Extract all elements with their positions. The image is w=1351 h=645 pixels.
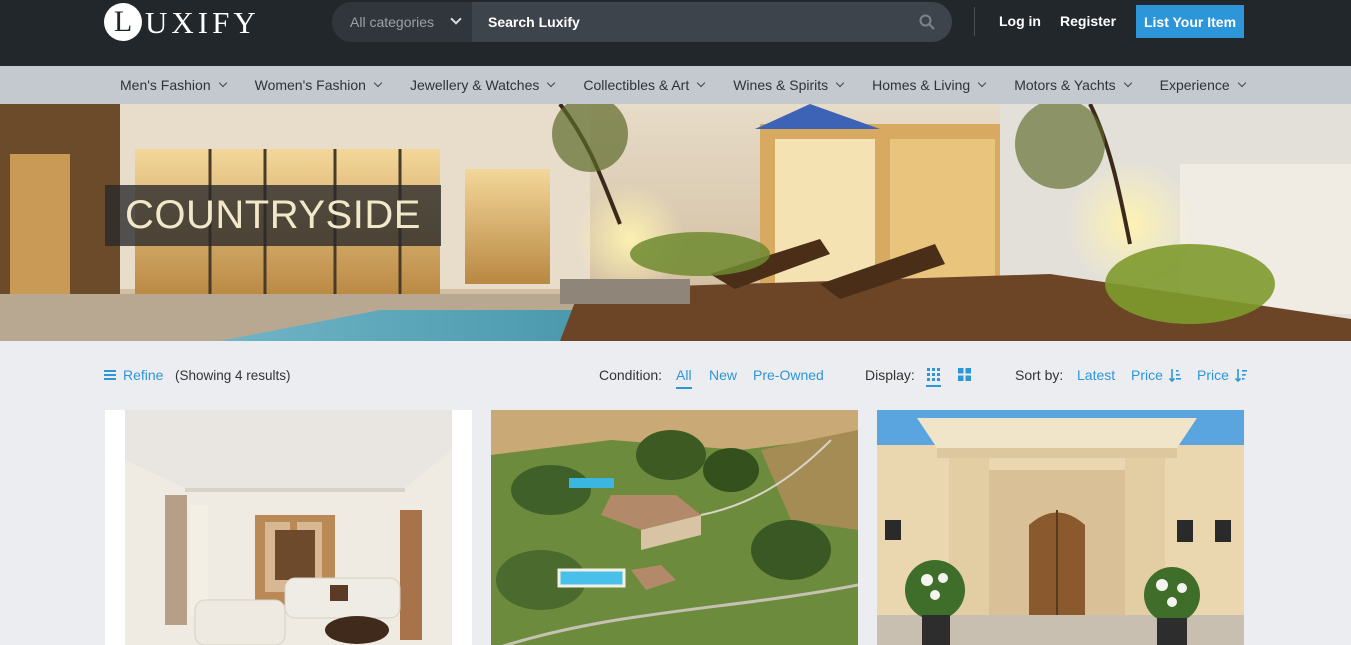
grid-view-icon[interactable] (927, 368, 940, 381)
sort-price-ascending[interactable]: Price (1131, 367, 1181, 383)
listing-card[interactable] (105, 410, 472, 645)
large-grid-view-icon[interactable] (958, 368, 971, 381)
chevron-down-icon (450, 13, 462, 25)
hero-banner: COUNTRYSIDE (0, 104, 1351, 341)
listing-image-living-room (105, 410, 472, 645)
sort-latest[interactable]: Latest (1077, 367, 1115, 383)
refine-button[interactable]: Refine (104, 367, 163, 383)
chevron-down-icon (547, 78, 556, 88)
sort-price-desc-label: Price (1197, 367, 1229, 383)
chevron-down-icon (696, 78, 706, 88)
refine-label: Refine (123, 367, 164, 383)
nav-item-experience[interactable]: Experience (1160, 66, 1246, 104)
header-divider (974, 7, 975, 36)
list-your-item-button[interactable]: List Your Item (1136, 5, 1244, 38)
nav-item-jewellery-watches[interactable]: Jewellery & Watches (410, 66, 556, 104)
luxify-logo[interactable]: L UXIFY (104, 2, 260, 42)
sort-price-descending[interactable]: Price (1197, 367, 1247, 383)
results-count: (Showing 4 results) (175, 368, 291, 383)
logo-mark: L (104, 3, 142, 41)
nav-item-collectibles-art[interactable]: Collectibles & Art (583, 66, 706, 104)
search-icon (919, 14, 935, 30)
chevron-down-icon (218, 78, 227, 88)
chevron-down-icon (977, 78, 987, 88)
chevron-down-icon (373, 78, 383, 88)
nav-item-homes-living[interactable]: Homes & Living (872, 66, 987, 104)
nav-item-wines-spirits[interactable]: Wines & Spirits (733, 66, 845, 104)
nav-item-motors-yachts[interactable]: Motors & Yachts (1014, 66, 1132, 104)
listing-image-country-estate (491, 410, 858, 645)
sort-descending-icon (1234, 369, 1247, 382)
logo-wordmark: UXIFY (145, 4, 260, 40)
register-link[interactable]: Register (1060, 13, 1116, 29)
nav-item-womens-fashion[interactable]: Women's Fashion (255, 66, 383, 104)
category-nav: Men's Fashion Women's Fashion Jewellery … (0, 66, 1351, 104)
chevron-down-icon (835, 78, 845, 88)
chevron-down-icon (1123, 78, 1132, 88)
hero-title: COUNTRYSIDE (105, 185, 441, 246)
search-bar: All categories (332, 2, 952, 42)
display-active-indicator (926, 385, 941, 387)
sort-price-asc-label: Price (1131, 367, 1163, 383)
top-header: L UXIFY All categories Log in Register L… (0, 0, 1351, 66)
condition-new[interactable]: New (709, 367, 737, 383)
category-select[interactable]: All categories (332, 2, 472, 42)
chevron-down-icon (1237, 78, 1246, 88)
sort-label: Sort by: (1015, 367, 1064, 383)
login-link[interactable]: Log in (999, 13, 1041, 29)
hamburger-icon (104, 370, 116, 380)
condition-pre-owned[interactable]: Pre-Owned (753, 367, 824, 383)
sort-ascending-icon (1168, 369, 1181, 382)
condition-all[interactable]: All (676, 367, 692, 389)
category-select-value: All categories (350, 14, 435, 30)
nav-item-mens-fashion[interactable]: Men's Fashion (120, 66, 227, 104)
listing-card[interactable] (491, 410, 858, 645)
listing-image-villa-entrance (877, 410, 1244, 645)
display-label: Display: (865, 367, 915, 383)
results-toolbar: Refine (Showing 4 results) Condition: Al… (0, 341, 1351, 410)
condition-label: Condition: (599, 367, 663, 383)
search-button[interactable] (902, 2, 952, 42)
listing-card[interactable] (877, 410, 1244, 645)
search-input[interactable] (472, 2, 902, 42)
